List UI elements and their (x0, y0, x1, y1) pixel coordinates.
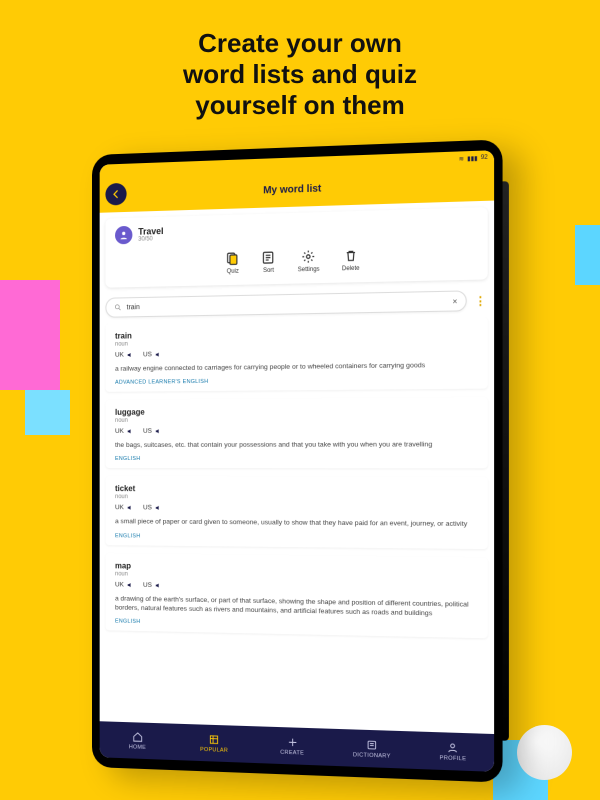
speaker-icon (127, 505, 134, 512)
quiz-icon (226, 251, 240, 266)
nav-home[interactable]: HOME (100, 721, 176, 760)
entry-source: ENGLISH (115, 618, 477, 631)
wordlist-card: Travel 30/50 Quiz Sort (105, 207, 487, 288)
nav-icon (132, 731, 143, 742)
word-entry[interactable]: ticketnoun UK US a small piece of paper o… (105, 476, 487, 548)
entry-word: ticket (115, 484, 477, 494)
avatar (115, 226, 132, 245)
nav-popular[interactable]: POPULAR (176, 724, 253, 763)
entry-source: ENGLISH (115, 533, 477, 543)
wordlist-name: Travel (138, 226, 163, 237)
wifi-icon: ≋ (459, 155, 464, 163)
decor-pink (0, 280, 60, 390)
pron-us[interactable]: US (143, 351, 161, 358)
entry-definition: a railway engine connected to carriages … (115, 360, 477, 374)
nav-icon (209, 733, 220, 745)
word-entry[interactable]: mapnounUK US a drawing of the earth's su… (105, 553, 487, 639)
speaker-icon (127, 581, 134, 588)
entry-definition: a small piece of paper or card given to … (115, 518, 477, 530)
nav-icon (366, 739, 377, 751)
pron-uk[interactable]: UK (115, 504, 133, 511)
page-title: My word list (263, 183, 321, 196)
entry-word: luggage (115, 406, 477, 417)
pron-uk[interactable]: UK (115, 351, 133, 358)
entry-pos: noun (115, 416, 477, 424)
battery-indicator: 92 (481, 155, 488, 162)
pron-uk[interactable]: UK (115, 428, 133, 435)
entry-source: ADVANCED LEARNER'S ENGLISH (115, 376, 477, 386)
nav-icon (287, 736, 298, 748)
search-query: train (127, 298, 448, 311)
user-icon (119, 230, 129, 240)
speaker-icon (155, 505, 162, 512)
word-entry[interactable]: trainnounUK US a railway engine connecte… (105, 317, 487, 392)
pron-uk[interactable]: UK (115, 581, 133, 588)
pron-us[interactable]: US (143, 505, 161, 512)
word-entry[interactable]: luggagenoun UK US the bags, suitcases, et… (105, 397, 487, 469)
search-input[interactable]: train × (105, 290, 466, 317)
decor-sphere (517, 725, 572, 780)
settings-button[interactable]: Settings (298, 249, 320, 273)
more-button[interactable]: ⋮ (473, 291, 488, 310)
pron-us[interactable]: US (143, 428, 161, 435)
nav-create[interactable]: CREATE (253, 726, 332, 766)
search-icon (114, 303, 122, 311)
signal-icon: ▮▮▮ (467, 154, 477, 162)
trash-icon (344, 248, 358, 263)
nav-dictionary[interactable]: DICTIONARY (332, 729, 412, 769)
sort-button[interactable]: Sort (262, 250, 276, 274)
tablet-frame: ≋ ▮▮▮ 92 My word list (92, 139, 503, 782)
speaker-icon (155, 351, 162, 358)
pron-us[interactable]: US (143, 581, 161, 588)
clear-search-button[interactable]: × (452, 296, 457, 306)
entry-pos: noun (115, 494, 477, 502)
gear-icon (302, 249, 316, 264)
chevron-left-icon (111, 189, 121, 199)
speaker-icon (127, 351, 134, 358)
promo-headline: Create your own word lists and quiz your… (0, 28, 600, 122)
decor-cyan-right (575, 225, 600, 285)
entry-source: ENGLISH (115, 456, 477, 462)
back-button[interactable] (105, 183, 126, 206)
entry-definition: the bags, suitcases, etc. that contain y… (115, 440, 477, 450)
speaker-icon (127, 428, 134, 435)
sort-icon (262, 250, 276, 265)
delete-button[interactable]: Delete (342, 248, 360, 272)
nav-profile[interactable]: PROFILE (412, 731, 494, 771)
entry-definition: a drawing of the earth's surface, or par… (115, 594, 477, 619)
speaker-icon (155, 581, 162, 588)
nav-icon (447, 741, 458, 753)
speaker-icon (155, 428, 162, 435)
decor-cyan-left (25, 390, 70, 435)
wordlist-count: 30/50 (138, 236, 163, 243)
quiz-button[interactable]: Quiz (226, 251, 240, 275)
